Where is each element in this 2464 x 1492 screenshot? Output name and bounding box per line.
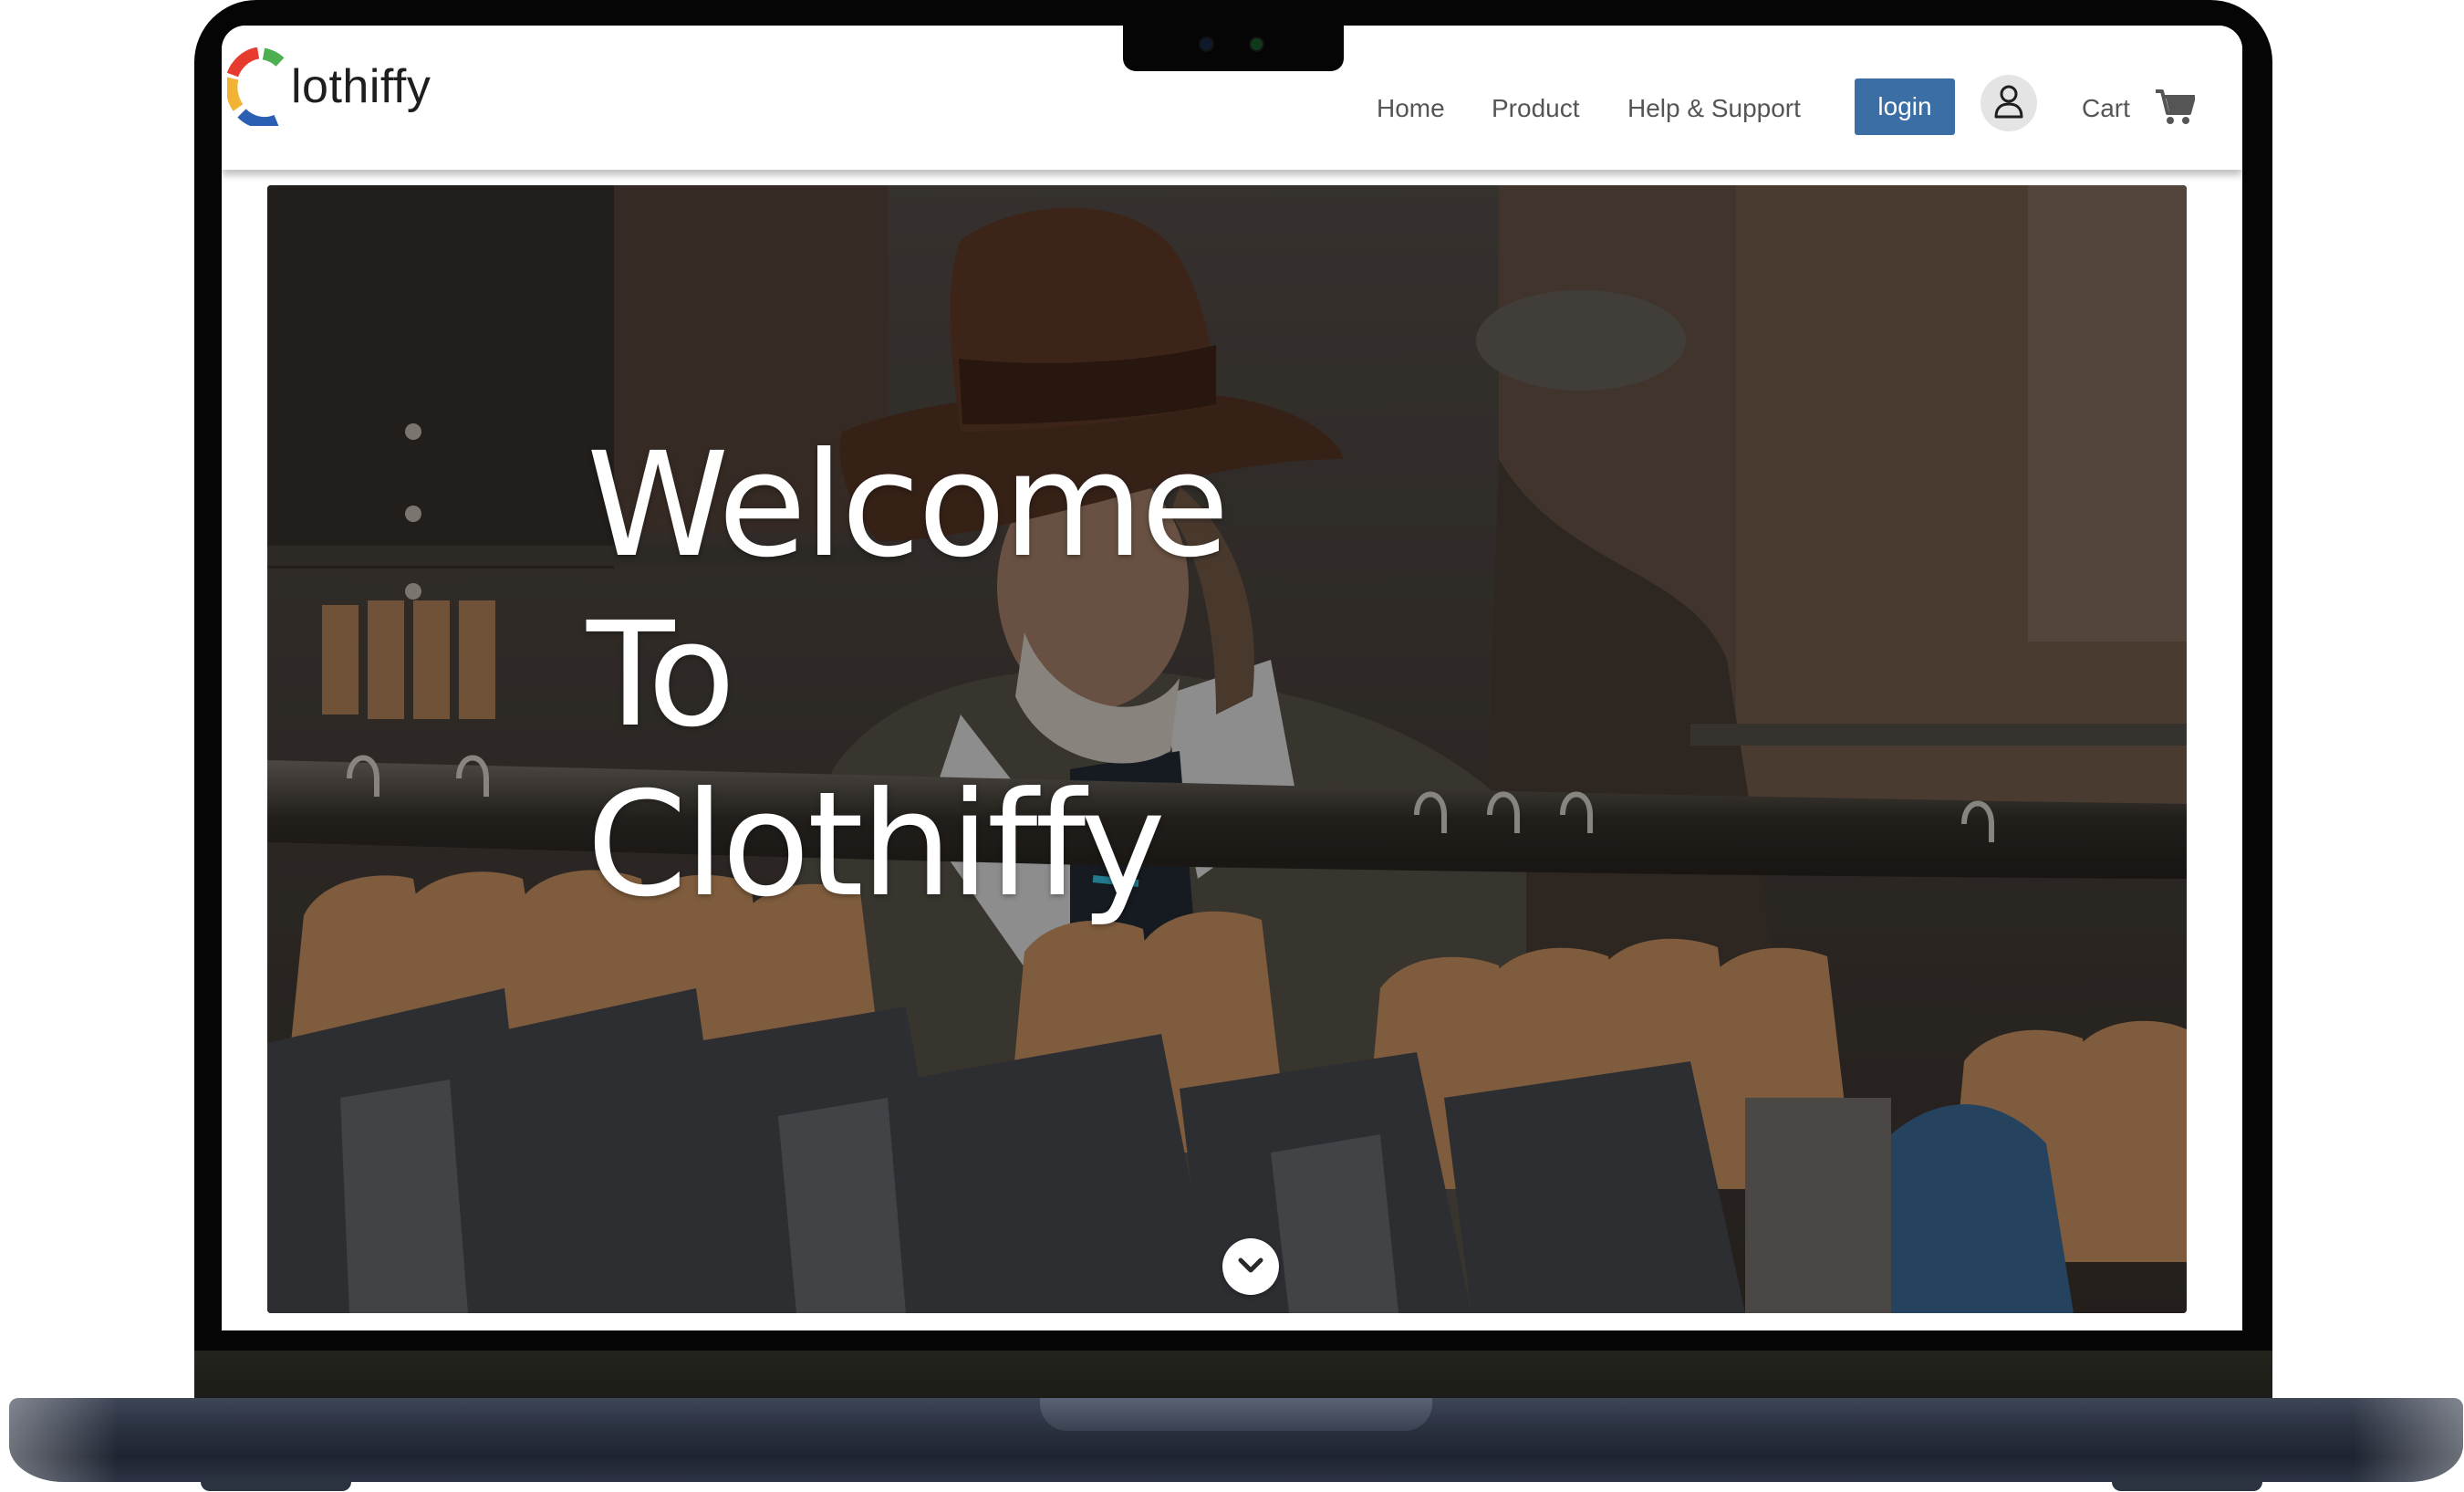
nav-link-help-support[interactable]: Help & Support: [1627, 93, 1801, 124]
hero-banner: Welcome To Clothiffy: [267, 185, 2187, 1313]
chevron-down-icon: [1238, 1257, 1263, 1273]
laptop-bottom-bezel: [194, 1330, 2272, 1351]
hero-overlay: [267, 185, 2187, 1313]
brand-name: lothiffy: [291, 60, 431, 113]
laptop-foot-right: [2112, 1480, 2262, 1491]
cart-link[interactable]: Cart: [2082, 93, 2130, 124]
laptop-mockup: lothiffy Home Product Help & Support log…: [0, 0, 2464, 1492]
camera-lens: [1201, 38, 1212, 50]
hero-title-line-brand: Clothiffy: [587, 761, 1166, 929]
hero-title-line-to: To: [587, 591, 735, 759]
cart-icon[interactable]: [2155, 88, 2196, 130]
laptop-foot-left: [201, 1480, 351, 1491]
laptop-hinge: [194, 1351, 2272, 1402]
hero-title: Welcome To Clothiffy: [587, 421, 1230, 930]
camera-notch: [1123, 22, 1344, 71]
nav-link-product[interactable]: Product: [1492, 93, 1580, 124]
laptop-opening-notch: [1040, 1398, 1432, 1431]
brand-logo-icon: [227, 47, 285, 126]
nav-link-home[interactable]: Home: [1377, 93, 1445, 124]
hero-title-line-welcome: Welcome: [587, 422, 1230, 589]
camera-indicator: [1251, 38, 1263, 50]
login-button[interactable]: login: [1855, 78, 1955, 135]
scroll-down-button[interactable]: [1222, 1238, 1279, 1295]
laptop-screen: lothiffy Home Product Help & Support log…: [222, 26, 2242, 1330]
brand-logo[interactable]: lothiffy: [227, 46, 431, 128]
user-icon: [1994, 85, 2023, 119]
user-avatar-button[interactable]: [1981, 75, 2037, 131]
